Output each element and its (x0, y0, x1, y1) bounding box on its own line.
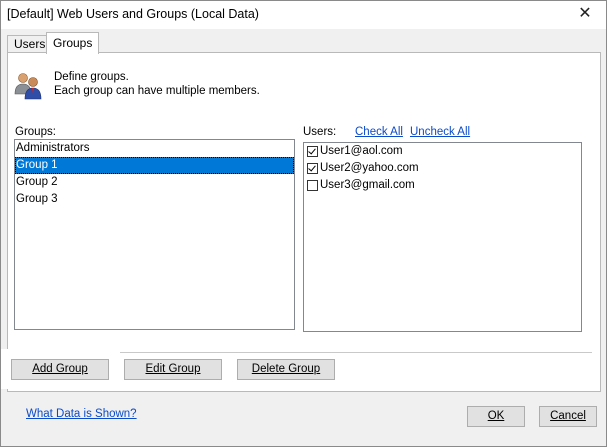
cancel-label: Cancel (550, 410, 586, 422)
intro-text: Define groups. Each group can have multi… (54, 70, 260, 98)
title-bar: [Default] Web Users and Groups (Local Da… (1, 1, 606, 29)
close-icon[interactable]: ✕ (574, 3, 596, 25)
users-checklist[interactable]: User1@aol.com User2@yahoo.com User3@gmai… (303, 142, 582, 332)
check-all-link[interactable]: Check All (355, 126, 403, 138)
add-group-button[interactable]: Add Group (11, 359, 109, 380)
users-label: Users: (303, 126, 337, 138)
intro-line-2: Each group can have multiple members. (54, 85, 260, 97)
group-item[interactable]: Group 3 (15, 191, 294, 208)
group-item-selected[interactable]: Group 1 (15, 157, 294, 174)
tab-groups[interactable]: Groups (46, 32, 100, 54)
user-item[interactable]: User2@yahoo.com (304, 160, 581, 177)
groups-listbox[interactable]: Administrators Group 1 Group 2 Group 3 (14, 139, 295, 330)
ok-label: OK (487, 410, 505, 422)
checkbox-checked[interactable] (307, 146, 318, 157)
delete-group-button[interactable]: Delete Group (237, 359, 335, 380)
user-email: User3@gmail.com (320, 179, 415, 191)
user-email: User1@aol.com (320, 145, 403, 157)
edit-group-label: Edit Group (145, 363, 201, 375)
users-group-icon (14, 73, 42, 100)
add-group-label: Add Group (32, 363, 88, 375)
groups-label: Groups: (15, 126, 56, 138)
groups-panel: Define groups. Each group can have multi… (7, 52, 601, 392)
intro-line-1: Define groups. (54, 71, 129, 83)
user-item[interactable]: User3@gmail.com (304, 177, 581, 194)
window-title: [Default] Web Users and Groups (Local Da… (7, 7, 259, 21)
group-item[interactable]: Group 2 (15, 174, 294, 191)
checkbox-unchecked[interactable] (307, 180, 318, 191)
group-item[interactable]: Administrators (15, 140, 294, 157)
delete-group-label: Delete Group (251, 363, 321, 375)
user-email: User2@yahoo.com (320, 162, 419, 174)
cancel-button[interactable]: Cancel (539, 406, 597, 427)
checkbox-checked[interactable] (307, 163, 318, 174)
edit-group-button[interactable]: Edit Group (124, 359, 222, 380)
what-data-shown-link[interactable]: What Data is Shown? (26, 408, 137, 420)
ok-button[interactable]: OK (467, 406, 525, 427)
user-item[interactable]: User1@aol.com (304, 143, 581, 160)
dialog-window: [Default] Web Users and Groups (Local Da… (0, 0, 607, 447)
uncheck-all-link[interactable]: Uncheck All (410, 126, 470, 138)
